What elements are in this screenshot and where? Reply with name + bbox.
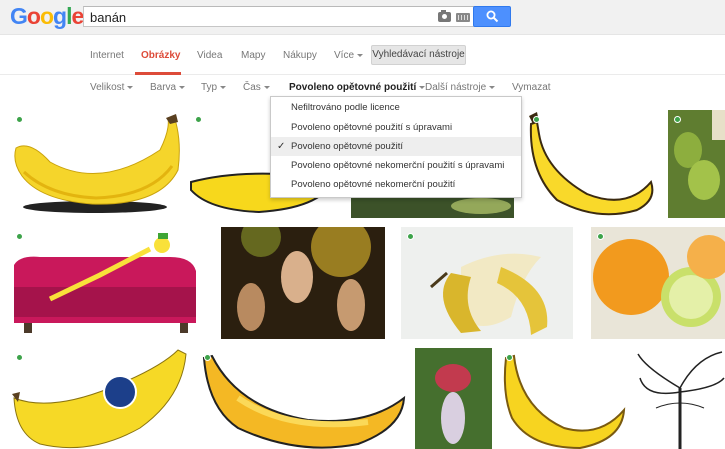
logo-letter: o <box>39 3 54 29</box>
banana-image <box>503 354 626 449</box>
dropdown-item-reuse-modify[interactable]: Povoleno opětovné použití s úpravami <box>271 118 521 137</box>
image-result[interactable] <box>401 227 573 339</box>
image-result[interactable] <box>10 227 202 339</box>
logo-letter: o <box>26 3 41 29</box>
image-result[interactable] <box>221 227 385 339</box>
tab-images[interactable]: Obrázky <box>141 50 180 61</box>
tool-more-tools-label: Další nástroje <box>425 82 487 93</box>
chevron-down-icon <box>220 85 227 89</box>
image-result[interactable] <box>198 348 408 449</box>
reuse-badge-icon <box>204 354 211 361</box>
search-input[interactable] <box>90 9 420 25</box>
peeled-banana-photo <box>430 253 548 335</box>
reuse-badge-icon <box>533 116 540 123</box>
chevron-down-icon <box>357 53 364 57</box>
google-logo[interactable]: Google <box>10 3 84 30</box>
reuse-badge-icon <box>16 233 23 240</box>
chevron-down-icon <box>179 85 186 89</box>
tab-maps[interactable]: Mapy <box>241 50 265 61</box>
image-result[interactable] <box>10 110 180 218</box>
banana-image <box>529 112 654 216</box>
reuse-badge-icon <box>195 116 202 123</box>
search-box <box>83 6 477 27</box>
reuse-badge-icon <box>407 233 414 240</box>
reuse-badge-icon <box>674 116 681 123</box>
banana-with-sticker-image <box>12 349 187 449</box>
dropdown-item-reuse[interactable]: ✓ Povoleno opětovné použití <box>271 137 521 156</box>
clear-button[interactable]: Vymazat <box>512 82 551 93</box>
image-result[interactable] <box>10 348 190 449</box>
tool-size-label: Velikost <box>90 82 125 93</box>
tool-type[interactable]: Typ <box>201 82 227 93</box>
tool-usage-rights-label: Povoleno opětovné použití <box>289 82 417 93</box>
tab-more-label: Více <box>334 50 355 61</box>
tool-type-label: Typ <box>201 82 218 93</box>
active-tab-indicator <box>135 72 181 75</box>
camera-icon[interactable] <box>438 10 451 22</box>
dropdown-item-noncommercial-reuse[interactable]: Povoleno opětovné nekomerční použití <box>271 175 521 194</box>
header: Google <box>0 0 725 35</box>
chevron-down-icon <box>127 85 134 89</box>
check-icon: ✓ <box>277 141 286 152</box>
chevron-down-icon <box>263 85 270 89</box>
image-result[interactable] <box>527 110 660 218</box>
reuse-badge-icon <box>506 354 513 361</box>
banana-plant-drawing <box>637 351 725 449</box>
tool-size[interactable]: Velikost <box>90 82 134 93</box>
tab-more[interactable]: Více <box>334 50 364 61</box>
tab-internet[interactable]: Internet <box>90 50 124 61</box>
image-result[interactable] <box>415 348 492 449</box>
banana-bunch-photo <box>668 110 725 218</box>
keyboard-icon[interactable] <box>456 13 470 22</box>
image-result[interactable] <box>591 227 725 339</box>
dropdown-item-noncommercial-reuse-modify[interactable]: Povoleno opětovné nekomerční použití s ú… <box>271 156 521 175</box>
usage-rights-dropdown: Nefiltrováno podle licence Povoleno opět… <box>270 96 522 198</box>
tab-shopping[interactable]: Nákupy <box>283 50 317 61</box>
tool-time[interactable]: Čas <box>243 82 270 93</box>
image-result[interactable] <box>500 348 628 449</box>
logo-letter: e <box>71 3 84 29</box>
dropdown-item-not-filtered[interactable]: Nefiltrováno podle licence <box>271 98 521 117</box>
reuse-badge-icon <box>597 233 604 240</box>
chevron-down-icon <box>489 85 496 89</box>
tool-color-label: Barva <box>150 82 177 93</box>
image-result[interactable] <box>668 110 725 218</box>
citrus-fruit-photo <box>591 227 725 339</box>
nav-tabs: Internet Obrázky Videa Mapy Nákupy Více … <box>0 36 725 75</box>
logo-letter: g <box>53 3 67 29</box>
reuse-badge-icon <box>16 354 23 361</box>
tool-color[interactable]: Barva <box>150 82 186 93</box>
reuse-badge-icon <box>16 116 23 123</box>
search-button[interactable] <box>473 6 511 27</box>
banana-flower-photo <box>415 348 492 449</box>
tool-time-label: Čas <box>243 82 261 93</box>
search-icon <box>486 10 499 23</box>
banana-image <box>202 354 406 449</box>
tab-videos[interactable]: Videa <box>197 50 222 61</box>
dropdown-item-label: Povoleno opětovné použití <box>291 141 403 152</box>
search-tools-button[interactable]: Vyhledávací nástroje <box>371 45 466 65</box>
logo-letter: G <box>10 3 28 29</box>
google-images-page: Google Internet Obrázky Videa Mapy Nákup… <box>0 0 725 449</box>
banana-on-sofa-image <box>14 233 196 333</box>
concert-crowd-photo <box>221 227 385 339</box>
tool-usage-rights[interactable]: Povoleno opětovné použití <box>289 82 426 93</box>
tool-more-tools[interactable]: Další nástroje <box>425 82 496 93</box>
image-result[interactable] <box>636 348 725 449</box>
banana-image <box>14 114 180 213</box>
